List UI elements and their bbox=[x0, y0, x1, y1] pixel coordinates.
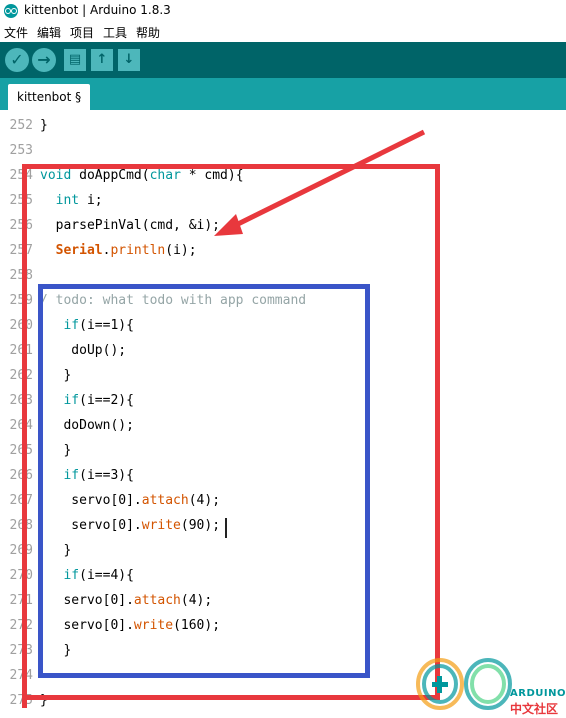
red-arrow bbox=[214, 129, 426, 236]
watermark-subtitle: 中文社区 bbox=[510, 702, 559, 716]
watermark-brand: ARDUINO bbox=[510, 688, 566, 699]
